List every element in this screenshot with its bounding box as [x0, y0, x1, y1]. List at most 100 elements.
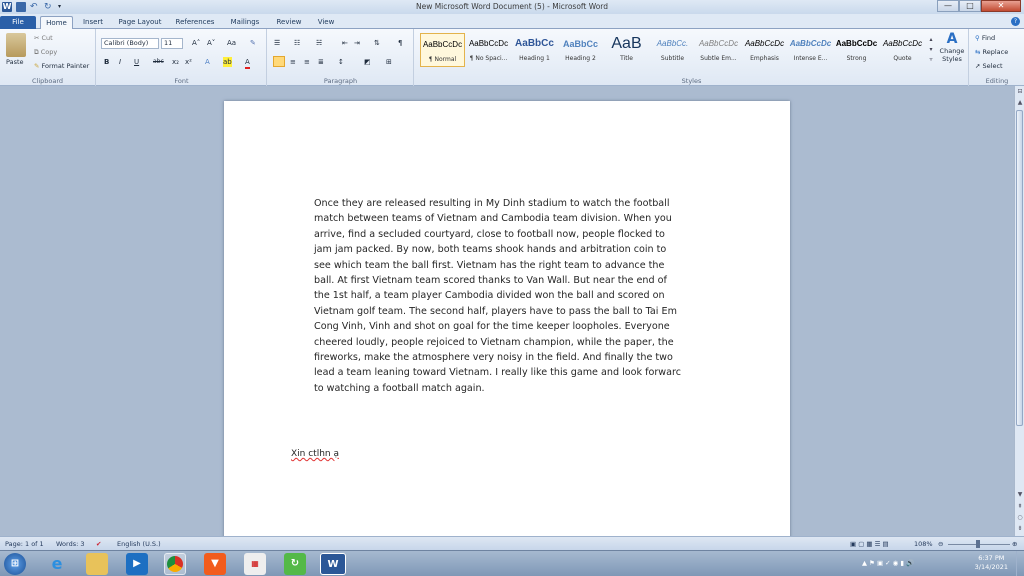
- highlight-button[interactable]: ab: [223, 57, 232, 67]
- bullets-icon[interactable]: ☰: [274, 38, 280, 48]
- green-app-icon[interactable]: ↻: [284, 553, 306, 575]
- zoom-in-icon[interactable]: ⊕: [1012, 540, 1017, 548]
- zoom-out-icon[interactable]: ⊖: [938, 540, 943, 548]
- close-button[interactable]: ✕: [981, 0, 1021, 12]
- italic-button[interactable]: I: [119, 57, 121, 67]
- subscript-button[interactable]: x₂: [172, 57, 179, 67]
- show-formatting-button[interactable]: ¶: [398, 38, 402, 48]
- line-spacing-icon[interactable]: ↕: [338, 57, 344, 67]
- grow-font-button[interactable]: A˄: [192, 38, 200, 48]
- ruler-toggle-icon[interactable]: ⊟: [1016, 88, 1024, 96]
- zoom-level[interactable]: 108%: [914, 540, 933, 548]
- ribbon-tabs: File Home Insert Page Layout References …: [0, 14, 1024, 29]
- shading-icon[interactable]: ◩: [364, 57, 371, 67]
- align-right-icon[interactable]: ≡: [304, 57, 310, 67]
- tab-insert[interactable]: Insert: [78, 16, 108, 29]
- cut-button[interactable]: ✂ Cut: [34, 34, 53, 42]
- taskbar: ⊞ e ▶ ▼ ▦ ↻ W ▲ ⚑ ▣ ✓ ◉ ▮ 🔊 6:37 PM 3/14…: [0, 550, 1024, 576]
- editing-label: Editing: [985, 77, 1009, 85]
- underline-button[interactable]: U: [134, 57, 139, 67]
- zoom-slider-thumb[interactable]: [976, 540, 980, 548]
- replace-icon: ⇆: [975, 48, 983, 56]
- change-case-button[interactable]: Aa: [227, 38, 236, 48]
- style-subtle-emphasis[interactable]: AaBbCcDc Subtle Em...: [696, 33, 741, 67]
- paste-button[interactable]: Paste: [6, 58, 24, 66]
- tab-references[interactable]: References: [172, 16, 218, 29]
- language-indicator[interactable]: English (U.S.): [117, 540, 161, 548]
- clock[interactable]: 6:37 PM 3/14/2021: [975, 554, 1008, 572]
- help-icon[interactable]: ?: [1011, 17, 1020, 26]
- brave-icon[interactable]: ▼: [204, 553, 226, 575]
- vertical-scrollbar[interactable]: ⊟ ▲ ▼ ⇞ ○ ⇟: [1014, 86, 1024, 536]
- word-taskbar-icon[interactable]: W: [320, 553, 346, 575]
- page-count[interactable]: Page: 1 of 1: [5, 540, 44, 548]
- strikethrough-button[interactable]: abc: [153, 57, 164, 67]
- style-emphasis[interactable]: AaBbCcDc Emphasis: [742, 33, 787, 67]
- scroll-thumb[interactable]: [1016, 110, 1023, 426]
- style-title[interactable]: AaB Title: [604, 33, 649, 67]
- minimize-button[interactable]: —: [937, 0, 959, 12]
- word-count[interactable]: Words: 3: [56, 540, 85, 548]
- paste-icon[interactable]: [6, 33, 26, 57]
- show-desktop-button[interactable]: [1016, 551, 1024, 576]
- tab-home[interactable]: Home: [40, 16, 73, 29]
- font-label: Font: [174, 77, 189, 85]
- text-line: lead a team leaning toward Vietnam. I re…: [314, 367, 682, 379]
- scissors-icon: ✂: [34, 34, 42, 42]
- tab-review[interactable]: Review: [272, 16, 306, 29]
- start-button[interactable]: ⊞: [4, 553, 26, 575]
- style-strong[interactable]: AaBbCcDc Strong: [834, 33, 879, 67]
- browse-object-icon[interactable]: ○: [1016, 514, 1024, 522]
- style-heading-2[interactable]: AaBbCc Heading 2: [558, 33, 603, 67]
- internet-explorer-icon[interactable]: e: [46, 553, 68, 575]
- previous-page-icon[interactable]: ⇞: [1016, 503, 1024, 511]
- style-intense-emphasis[interactable]: AaBbCcDc Intense E...: [788, 33, 833, 67]
- find-button[interactable]: ⚲ Find: [975, 34, 995, 42]
- justify-icon[interactable]: ≣: [318, 57, 324, 67]
- app-icon[interactable]: ▦: [244, 553, 266, 575]
- scroll-up-icon[interactable]: ▲: [1016, 99, 1024, 107]
- style-subtitle[interactable]: AaBbCc. Subtitle: [650, 33, 695, 67]
- scroll-down-icon[interactable]: ▼: [1016, 491, 1024, 499]
- increase-indent-icon[interactable]: ⇥: [354, 38, 360, 48]
- borders-icon[interactable]: ⊞: [386, 57, 392, 67]
- shrink-font-button[interactable]: A˅: [207, 38, 215, 48]
- tab-mailings[interactable]: Mailings: [226, 16, 264, 29]
- sort-icon[interactable]: ⇅: [374, 38, 380, 48]
- text-line: match between teams of Vietnam and Cambo…: [314, 213, 672, 225]
- tab-view[interactable]: View: [312, 16, 340, 29]
- clear-formatting-button[interactable]: ✎: [250, 38, 256, 48]
- superscript-button[interactable]: x²: [185, 57, 192, 67]
- decrease-indent-icon[interactable]: ⇤: [342, 38, 348, 48]
- tab-page-layout[interactable]: Page Layout: [116, 16, 164, 29]
- maximize-button[interactable]: □: [959, 0, 981, 12]
- multilevel-list-icon[interactable]: ☵: [316, 38, 322, 48]
- style-heading-1[interactable]: AaBbCc Heading 1: [512, 33, 557, 67]
- system-tray-icons[interactable]: ▲ ⚑ ▣ ✓ ◉ ▮ 🔊: [862, 559, 914, 567]
- font-family-select[interactable]: Calibri (Body): [101, 38, 159, 49]
- align-left-icon[interactable]: [273, 56, 285, 67]
- font-size-select[interactable]: 11: [161, 38, 183, 49]
- tab-file[interactable]: File: [0, 16, 36, 29]
- replace-button[interactable]: ⇆ Replace: [975, 48, 1008, 56]
- next-page-icon[interactable]: ⇟: [1016, 525, 1024, 533]
- text-effects-button[interactable]: A: [205, 57, 210, 67]
- numbering-icon[interactable]: ☷: [294, 38, 300, 48]
- style-no-spacing[interactable]: AaBbCcDc ¶ No Spaci...: [466, 33, 511, 67]
- file-explorer-icon[interactable]: [86, 553, 108, 575]
- styles-scroll-icon[interactable]: ▴ ▾ ▿: [927, 35, 935, 65]
- font-color-button[interactable]: A: [245, 57, 250, 69]
- media-player-icon[interactable]: ▶: [126, 553, 148, 575]
- copy-button[interactable]: ⧉ Copy: [34, 48, 57, 57]
- align-center-icon[interactable]: ≡: [290, 57, 296, 67]
- format-painter-button[interactable]: ✎ Format Painter: [34, 62, 89, 70]
- proofing-icon[interactable]: ✔: [96, 540, 101, 548]
- change-styles-button[interactable]: A Change Styles: [937, 31, 967, 77]
- bold-button[interactable]: B: [104, 57, 109, 67]
- chrome-icon[interactable]: [164, 553, 186, 575]
- view-buttons[interactable]: ▣ ▢ ▦ ☰ ▤: [850, 540, 889, 548]
- style-normal[interactable]: AaBbCcDc ¶ Normal: [420, 33, 465, 67]
- select-button[interactable]: ➚ Select: [975, 62, 1003, 70]
- document-body[interactable]: Once they are released resulting in My D…: [314, 196, 696, 396]
- style-quote[interactable]: AaBbCcDc Quote: [880, 33, 925, 67]
